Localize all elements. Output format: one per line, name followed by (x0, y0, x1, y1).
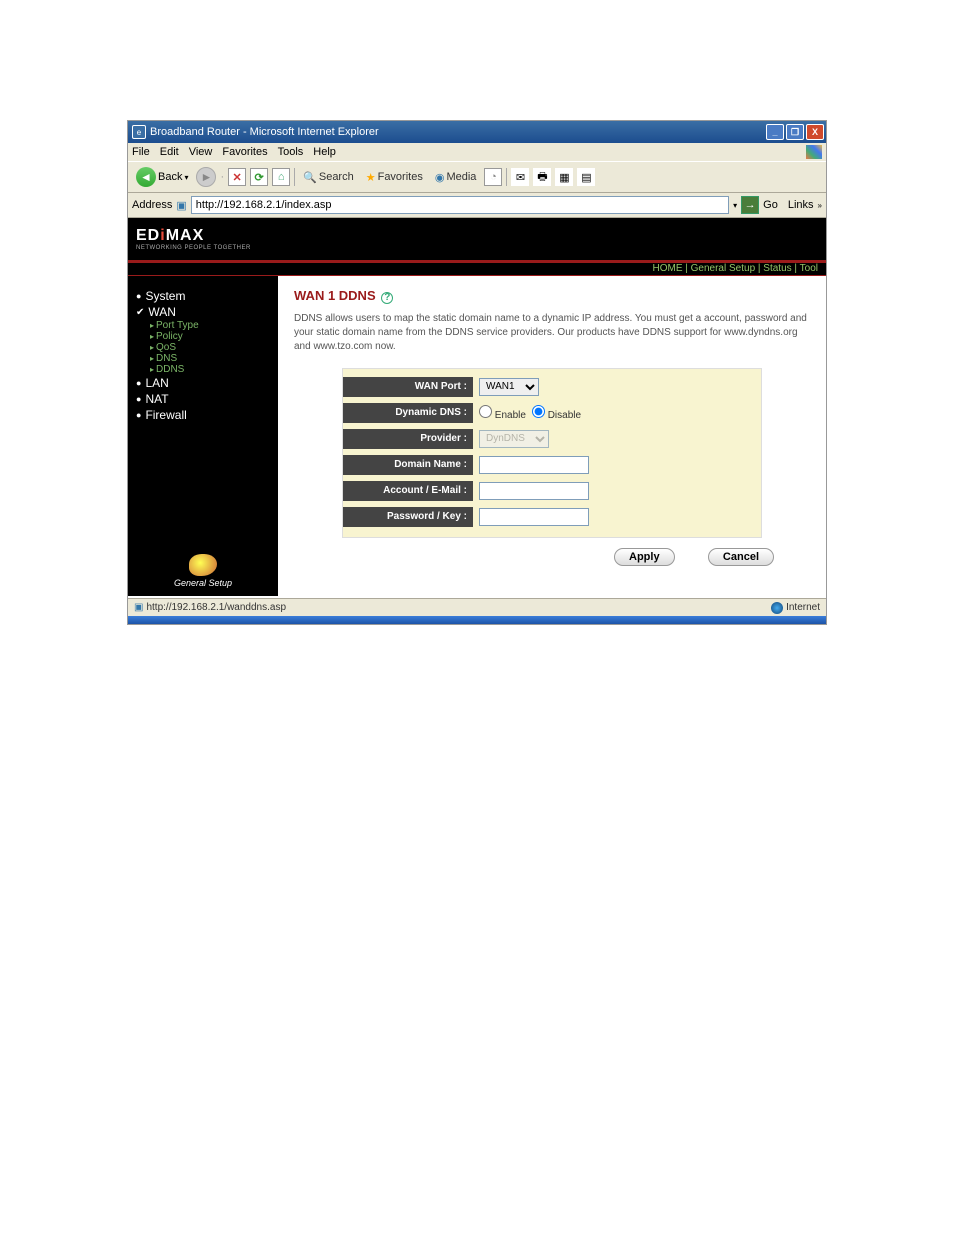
label-wan-port: WAN Port : (343, 377, 473, 397)
tab-home[interactable]: HOME (652, 263, 682, 274)
windows-flag-icon (806, 145, 822, 159)
apply-button[interactable]: Apply (614, 548, 675, 566)
back-icon: ◄ (136, 167, 156, 187)
page-icon: ▣ (176, 199, 186, 212)
go-button[interactable]: → (741, 196, 759, 214)
statusbar: ▣ http://192.168.2.1/wanddns.asp Interne… (128, 598, 826, 616)
menu-file[interactable]: File (132, 146, 150, 158)
home-icon: ⌂ (278, 171, 285, 183)
refresh-icon: ⟳ (255, 171, 264, 184)
label-password: Password / Key : (343, 507, 473, 527)
domain-name-input[interactable] (479, 456, 589, 474)
label-dynamic-dns: Dynamic DNS : (343, 403, 473, 423)
password-input[interactable] (479, 508, 589, 526)
stop-icon: ✕ (233, 171, 242, 184)
window-title: Broadband Router - Microsoft Internet Ex… (150, 126, 379, 138)
radio-enable-label[interactable]: Enable (479, 405, 526, 421)
address-label: Address (132, 199, 172, 211)
internet-zone-label: Internet (786, 602, 820, 613)
cancel-button[interactable]: Cancel (708, 548, 774, 566)
sidebar-item-firewall[interactable]: ●Firewall (136, 407, 270, 423)
address-dropdown[interactable]: ▾ (733, 201, 737, 210)
history-button[interactable]: ◔ (484, 168, 502, 186)
links-label[interactable]: Links (788, 199, 814, 211)
discuss-button[interactable]: ▤ (577, 168, 595, 186)
label-domain-name: Domain Name : (343, 455, 473, 475)
menu-view[interactable]: View (189, 146, 213, 158)
content-area: EDiMAX NETWORKING PEOPLE TOGETHER HOME |… (128, 218, 826, 598)
back-button[interactable]: ◄ Back ▾ (132, 165, 192, 189)
stop-button[interactable]: ✕ (228, 168, 246, 186)
sidebar: ●System ✔WAN ▸Port Type ▸Policy ▸QoS ▸DN… (128, 276, 278, 596)
media-icon: ◉ (435, 171, 445, 184)
menu-favorites[interactable]: Favorites (222, 146, 267, 158)
close-button[interactable]: X (806, 124, 824, 140)
search-button[interactable]: 🔍Search (299, 169, 358, 186)
sidebar-sub-dns[interactable]: ▸DNS (136, 353, 270, 364)
account-input[interactable] (479, 482, 589, 500)
address-input[interactable] (191, 196, 729, 214)
menu-help[interactable]: Help (313, 146, 336, 158)
logo: EDiMAX (136, 227, 204, 244)
logo-subtitle: NETWORKING PEOPLE TOGETHER (136, 245, 251, 251)
tab-status[interactable]: Status (763, 263, 791, 274)
browser-window: e Broadband Router - Microsoft Internet … (127, 120, 827, 625)
print-button[interactable]: 🖶 (533, 168, 551, 186)
sidebar-sub-qos[interactable]: ▸QoS (136, 342, 270, 353)
page-icon-small: ▣ (134, 602, 143, 613)
menubar: File Edit View Favorites Tools Help (128, 143, 826, 161)
internet-zone-icon (771, 602, 783, 614)
status-url: http://192.168.2.1/wanddns.asp (146, 602, 286, 613)
go-label: Go (763, 199, 778, 211)
app-header: EDiMAX NETWORKING PEOPLE TOGETHER (128, 218, 826, 260)
forward-button[interactable]: ► (196, 167, 216, 187)
label-account: Account / E-Mail : (343, 481, 473, 501)
help-icon[interactable]: ? (381, 292, 393, 304)
minimize-button[interactable]: _ (766, 124, 784, 140)
radio-disable[interactable] (532, 405, 545, 418)
provider-select[interactable]: DynDNS (479, 430, 549, 448)
tab-strip: HOME | General Setup | Status | Tool (128, 260, 826, 276)
menu-edit[interactable]: Edit (160, 146, 179, 158)
radio-enable[interactable] (479, 405, 492, 418)
tab-tool[interactable]: Tool (800, 263, 818, 274)
ie-icon: e (132, 125, 146, 139)
globe-icon (189, 554, 217, 576)
page-description: DDNS allows users to map the static doma… (294, 312, 810, 354)
sidebar-sub-ddns[interactable]: ▸DDNS (136, 364, 270, 375)
general-setup-icon: General Setup (128, 554, 278, 588)
page-title: WAN 1 DDNS ? (294, 288, 810, 304)
sidebar-sub-port-type[interactable]: ▸Port Type (136, 320, 270, 331)
favorites-button[interactable]: ★Favorites (362, 169, 427, 186)
toolbar: ◄ Back ▾ ► · ✕ ⟳ ⌂ 🔍Search ★Favorites ◉M… (128, 161, 826, 193)
sidebar-item-system[interactable]: ●System (136, 288, 270, 304)
form-area: WAN Port : WAN1 Dynamic DNS : Enable Dis… (342, 368, 762, 538)
addressbar: Address ▣ ▾ → Go Links » (128, 193, 826, 218)
star-icon: ★ (366, 171, 376, 184)
search-icon: 🔍 (303, 171, 317, 184)
titlebar: e Broadband Router - Microsoft Internet … (128, 121, 826, 143)
sidebar-item-wan[interactable]: ✔WAN (136, 304, 270, 320)
sidebar-item-lan[interactable]: ●LAN (136, 375, 270, 391)
wan-port-select[interactable]: WAN1 (479, 378, 539, 396)
home-button[interactable]: ⌂ (272, 168, 290, 186)
tab-general-setup[interactable]: General Setup (691, 263, 756, 274)
main-panel: WAN 1 DDNS ? DDNS allows users to map th… (278, 276, 826, 596)
edit-button[interactable]: ▦ (555, 168, 573, 186)
menu-tools[interactable]: Tools (278, 146, 304, 158)
media-button[interactable]: ◉Media (431, 169, 481, 186)
mail-button[interactable]: ✉ (511, 168, 529, 186)
chevron-down-icon: ▾ (184, 173, 188, 182)
sidebar-sub-policy[interactable]: ▸Policy (136, 331, 270, 342)
taskbar-strip (128, 616, 826, 624)
maximize-button[interactable]: ❐ (786, 124, 804, 140)
sidebar-item-nat[interactable]: ●NAT (136, 391, 270, 407)
refresh-button[interactable]: ⟳ (250, 168, 268, 186)
label-provider: Provider : (343, 429, 473, 449)
radio-disable-label[interactable]: Disable (532, 405, 581, 421)
